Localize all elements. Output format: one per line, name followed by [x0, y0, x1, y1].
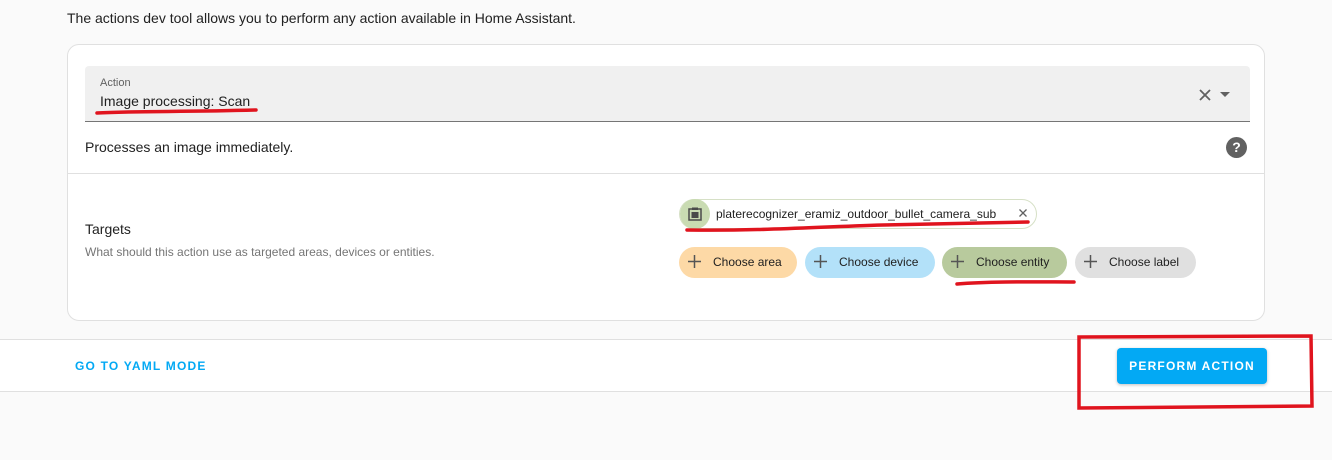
choose-area-button[interactable]: Choose area	[679, 247, 797, 278]
action-label: Action	[100, 77, 131, 89]
choose-area-label: Choose area	[713, 255, 782, 269]
choose-device-label: Choose device	[839, 255, 919, 269]
action-select[interactable]: Action Image processing: Scan	[85, 66, 1250, 122]
menu-down-icon[interactable]	[1220, 92, 1230, 97]
intro-text: The actions dev tool allows you to perfo…	[67, 10, 576, 26]
footer-bar: GO TO YAML MODE PERFORM ACTION	[0, 339, 1332, 392]
choose-entity-label: Choose entity	[976, 255, 1050, 269]
action-card: Action Image processing: Scan Processes …	[67, 44, 1265, 321]
action-value: Image processing: Scan	[100, 93, 251, 109]
entity-chip-label: platerecognizer_eramiz_outdoor_bullet_ca…	[716, 207, 997, 221]
choose-device-button[interactable]: Choose device	[805, 247, 935, 278]
image-icon	[680, 199, 710, 229]
perform-action-button[interactable]: PERFORM ACTION	[1117, 348, 1267, 384]
plus-icon	[951, 255, 964, 268]
help-circle-icon[interactable]: ?	[1226, 137, 1247, 158]
choose-entity-button[interactable]: Choose entity	[942, 247, 1067, 278]
close-icon[interactable]	[1198, 88, 1212, 102]
divider	[68, 173, 1264, 174]
action-description: Processes an image immediately.	[85, 139, 294, 155]
targets-subtitle: What should this action use as targeted …	[85, 245, 435, 259]
yaml-mode-button[interactable]: GO TO YAML MODE	[75, 359, 207, 373]
choose-label-button[interactable]: Choose label	[1075, 247, 1196, 278]
plus-icon	[688, 255, 701, 268]
plus-icon	[814, 255, 827, 268]
plus-icon	[1084, 255, 1097, 268]
entity-chip[interactable]: platerecognizer_eramiz_outdoor_bullet_ca…	[679, 199, 1037, 229]
choose-label-label: Choose label	[1109, 255, 1180, 269]
close-icon[interactable]	[1018, 208, 1028, 218]
targets-title: Targets	[85, 221, 131, 237]
